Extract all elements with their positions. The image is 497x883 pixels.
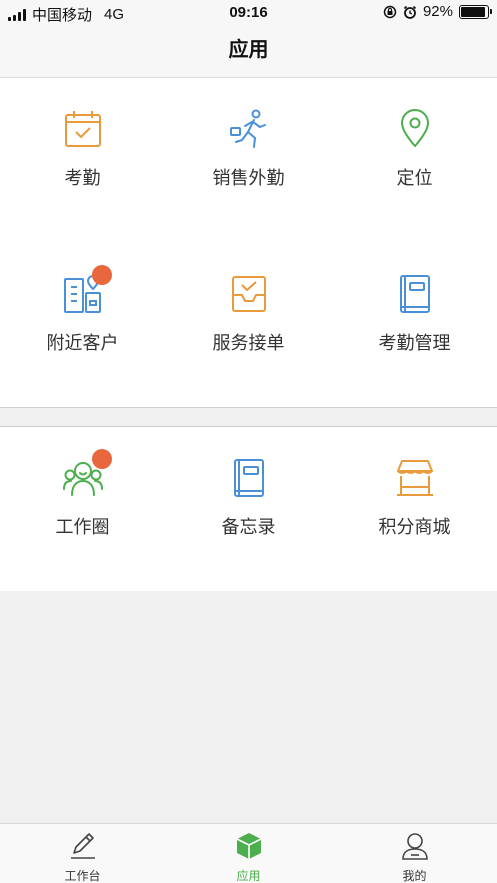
app-label: 工作圈 [55, 517, 110, 537]
app-points-mall[interactable]: 积分商城 [332, 427, 497, 547]
app-nearby-customers[interactable]: 附近客户 [0, 243, 165, 363]
app-service-orders[interactable]: 服务接单 [166, 243, 331, 363]
tab-apps[interactable]: 应用 [166, 824, 331, 883]
app-label: 考勤 [64, 168, 101, 188]
page-title: 应用 [0, 26, 497, 78]
app-label: 备忘录 [221, 517, 276, 537]
notification-badge [92, 449, 112, 469]
app-label: 定位 [396, 168, 433, 188]
people-group-icon [62, 449, 112, 499]
nearby-buildings-icon [62, 265, 112, 315]
app-label: 销售外勤 [212, 168, 285, 188]
notification-badge [92, 265, 112, 285]
pencil-icon [68, 831, 98, 861]
apps-section-secondary: 工作圈 备忘录 积分商城 [0, 426, 497, 591]
app-attendance[interactable]: 考勤 [0, 78, 165, 198]
inbox-check-icon [228, 273, 270, 315]
notebook-icon [228, 457, 270, 499]
app-label: 考勤管理 [378, 333, 451, 353]
store-icon [394, 457, 436, 499]
tab-bar: 工作台 应用 我的 [0, 823, 497, 883]
alarm-icon [403, 5, 417, 19]
app-attendance-management[interactable]: 考勤管理 [332, 243, 497, 363]
cube-icon [234, 831, 264, 861]
status-bar: 中国移动 4G 09:16 92% [0, 0, 497, 26]
location-pin-icon [394, 108, 436, 150]
app-label: 服务接单 [212, 333, 285, 353]
running-person-icon [228, 108, 270, 150]
battery-icon [459, 4, 492, 19]
tab-workbench[interactable]: 工作台 [0, 824, 165, 883]
battery-percent: 92% [422, 3, 453, 20]
apps-section-main: 考勤 销售外勤 定位 附近客户 服务接单 考勤管理 [0, 78, 497, 408]
app-field-sales[interactable]: 销售外勤 [166, 78, 331, 198]
rotation-lock-icon [383, 5, 397, 18]
tab-mine[interactable]: 我的 [332, 824, 497, 883]
app-label: 附近客户 [46, 333, 119, 353]
tab-label: 应用 [236, 869, 261, 883]
app-label: 积分商城 [378, 517, 451, 537]
book-icon [394, 273, 436, 315]
tab-label: 工作台 [64, 869, 101, 883]
calendar-check-icon [62, 108, 104, 150]
person-icon [400, 831, 430, 861]
app-memo[interactable]: 备忘录 [166, 427, 331, 547]
app-work-circle[interactable]: 工作圈 [0, 427, 165, 547]
status-right: 92% [383, 3, 492, 20]
tab-label: 我的 [402, 869, 427, 883]
app-location[interactable]: 定位 [332, 78, 497, 198]
